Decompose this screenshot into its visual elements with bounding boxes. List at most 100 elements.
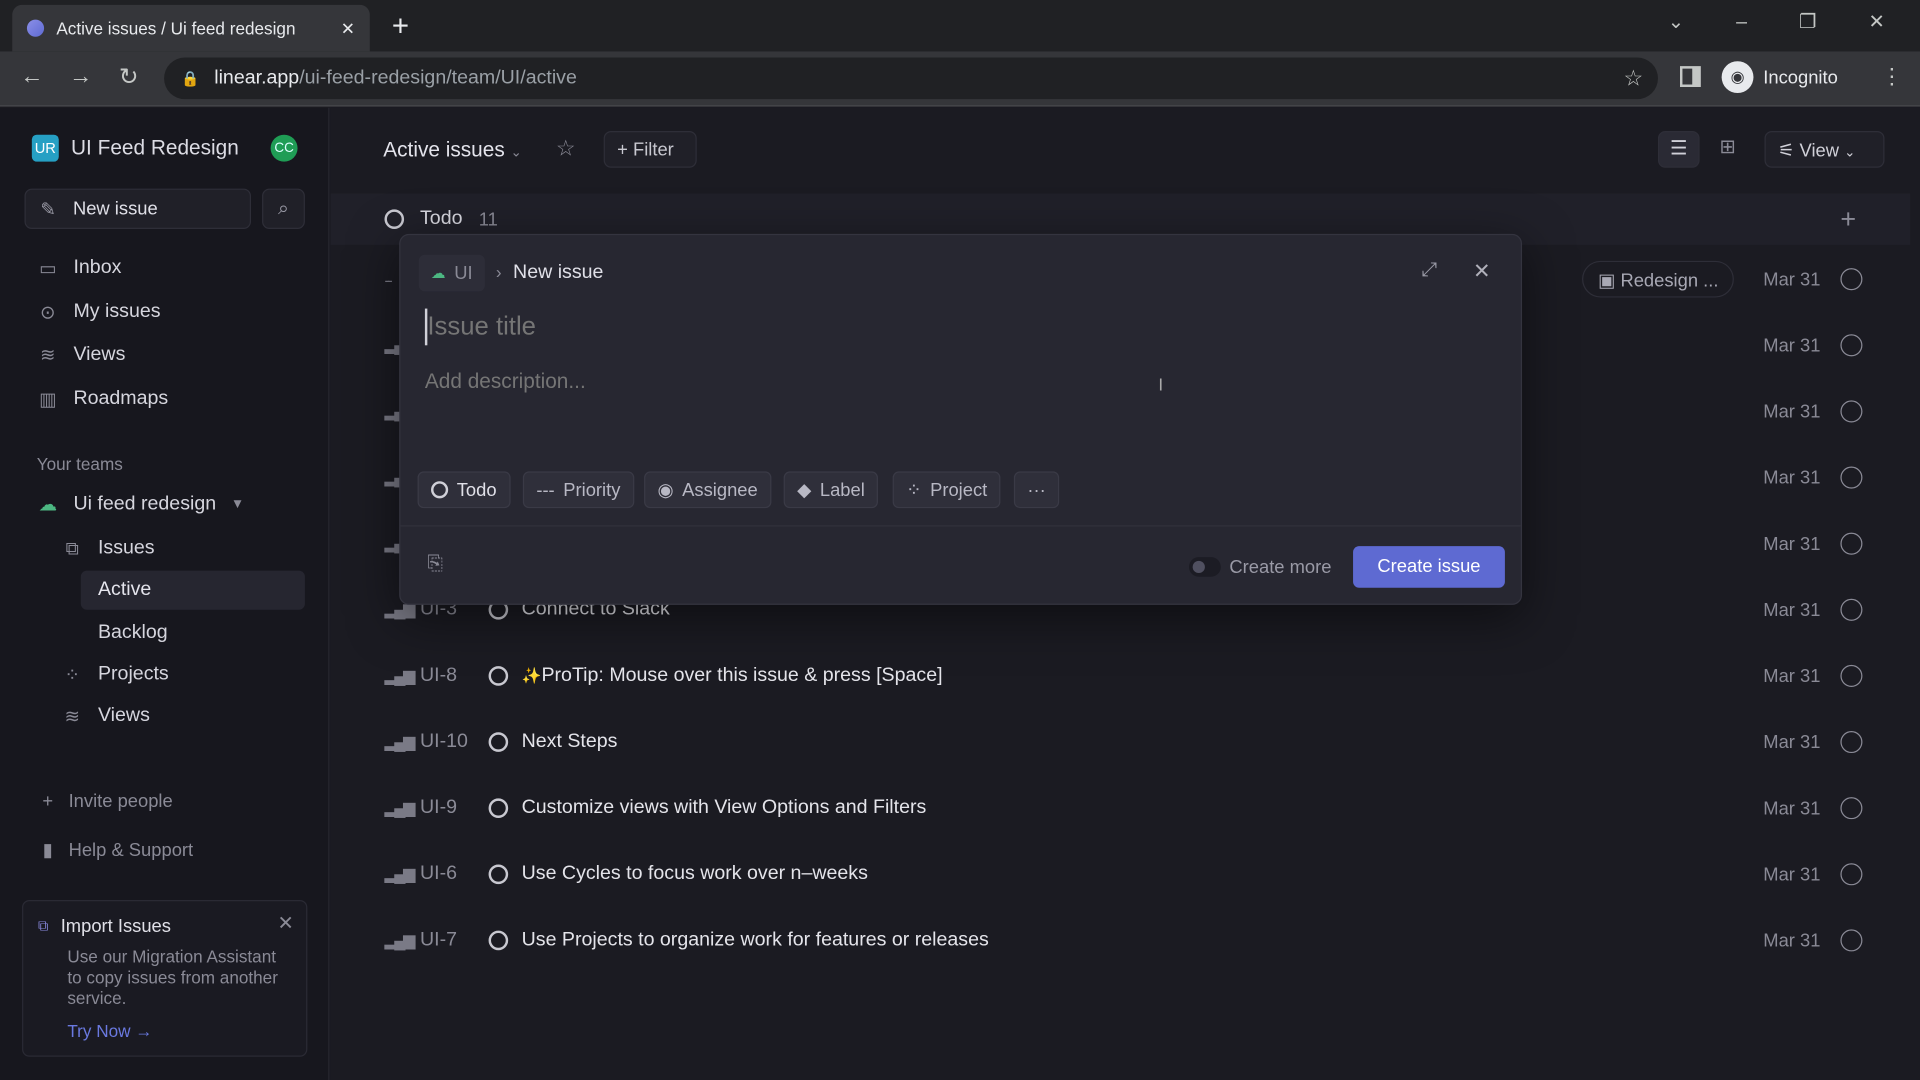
assignee-avatar-icon[interactable] xyxy=(1840,731,1863,754)
close-tab-icon[interactable]: ✕ xyxy=(341,18,355,39)
issue-row[interactable]: ▂▄▆ UI-7 Use Projects to organize work for… xyxy=(331,907,1911,973)
sidebar-item-roadmaps[interactable]: ▥ Roadmaps xyxy=(37,388,168,410)
expand-icon[interactable]: ⤢ xyxy=(1422,260,1438,282)
priority-icon[interactable]: ▂▄▆ xyxy=(384,931,415,951)
issue-row[interactable]: ▂▄▆ UI-8 ✨ProTip: Mouse over this issue & … xyxy=(331,643,1911,709)
assignee-avatar-icon[interactable] xyxy=(1840,268,1863,291)
sparkle-icon: ✨ xyxy=(521,666,542,685)
user-avatar[interactable]: CC xyxy=(270,134,298,162)
assignee-avatar-icon[interactable] xyxy=(1840,929,1863,952)
priority-icon[interactable]: ▂▄▆ xyxy=(384,666,415,686)
group-name: Todo xyxy=(420,208,463,229)
invite-people[interactable]: + Invite people xyxy=(37,791,173,812)
more-icon: ··· xyxy=(1027,479,1046,501)
issue-title: Use Projects to organize work for featur… xyxy=(522,929,989,951)
assignee-avatar-icon[interactable] xyxy=(1840,797,1863,820)
assignee-avatar-icon[interactable] xyxy=(1840,400,1863,423)
bookmark-star-icon[interactable]: ☆ xyxy=(1624,66,1644,92)
view-title-dropdown[interactable]: Active issues ⌄ xyxy=(383,138,522,162)
filter-label: Filter xyxy=(632,139,674,161)
list-layout-button[interactable]: ☰ xyxy=(1657,131,1700,168)
priority-icon[interactable]: ▂▄▆ xyxy=(384,798,415,818)
window-controls[interactable]: ⌄ – ❐ ✕ xyxy=(1668,10,1885,34)
todo-status-icon[interactable] xyxy=(488,798,509,818)
sidebar-item-backlog[interactable]: Backlog xyxy=(98,622,168,644)
view-options-button[interactable]: ⚟ View ⌄ xyxy=(1764,131,1885,168)
filter-button[interactable]: + Filter xyxy=(603,131,697,168)
sidebar-item-label: Backlog xyxy=(97,622,168,643)
new-issue-button[interactable]: ✎ New issue xyxy=(24,188,252,229)
sidebar-item-label: Projects xyxy=(97,663,169,685)
priority-icon[interactable]: ▂▄▆ xyxy=(384,732,415,752)
sidebar-item-issues[interactable]: ⧉ Issues xyxy=(61,537,155,560)
favorite-star-icon[interactable]: ☆ xyxy=(556,136,576,162)
incognito-profile[interactable]: ◉ Incognito xyxy=(1721,61,1838,94)
priority-chip[interactable]: --- Priority xyxy=(522,471,634,509)
sidebar-item-active[interactable]: Active xyxy=(80,570,305,610)
assignee-avatar-icon[interactable] xyxy=(1840,598,1863,621)
issue-row[interactable]: ▂▄▆ UI-6 Use Cycles to focus work over n–w… xyxy=(331,841,1911,907)
todo-status-icon[interactable] xyxy=(488,732,509,752)
issue-date: Mar 31 xyxy=(1763,731,1821,753)
assignee-avatar-icon[interactable] xyxy=(1840,334,1863,357)
priority-icon[interactable]: ▂▄▆ xyxy=(384,864,415,884)
browser-menu-icon[interactable]: ⋮ xyxy=(1881,64,1903,90)
close-import-icon[interactable]: ✕ xyxy=(277,911,293,935)
sidebar-item-projects[interactable]: ⁘ Projects xyxy=(61,664,169,686)
close-modal-icon[interactable]: ✕ xyxy=(1473,260,1490,284)
more-options-button[interactable]: ··· xyxy=(1013,471,1060,509)
address-bar[interactable]: 🔒 linear.app/ui-feed-redesign/team/UI/ac… xyxy=(164,57,1658,100)
issue-title: Customize views with View Options and Fi… xyxy=(522,797,927,819)
todo-status-icon[interactable] xyxy=(488,864,509,885)
back-icon[interactable]: ← xyxy=(17,64,46,91)
create-issue-button[interactable]: Create issue xyxy=(1353,546,1505,588)
issue-row[interactable]: ▂▄▆ UI-10 Next Steps Mar 31 xyxy=(331,709,1911,775)
sidebar-item-label: Active xyxy=(97,579,152,601)
no-priority-icon[interactable]: -- xyxy=(384,270,392,288)
todo-status-icon[interactable] xyxy=(488,666,509,686)
modal-divider xyxy=(400,525,1521,527)
search-button[interactable]: ⌕ xyxy=(262,188,305,229)
reload-icon[interactable]: ↻ xyxy=(114,64,143,92)
sidebar-item-label: Issues xyxy=(97,537,155,559)
assignee-avatar-icon[interactable] xyxy=(1840,664,1863,687)
sidebar-item-views[interactable]: ≋ Views xyxy=(37,344,126,366)
team-selector[interactable]: ☁ UI xyxy=(418,254,485,292)
lock-icon: 🔒 xyxy=(181,69,200,87)
issue-id: UI-7 xyxy=(420,929,458,951)
status-chip[interactable]: Todo xyxy=(417,471,511,509)
browser-tab[interactable]: Active issues / Ui feed redesign ✕ xyxy=(12,4,370,52)
issue-row[interactable]: ▂▄▆ UI-9 Customize views with View Options… xyxy=(331,775,1911,841)
team-cloud-icon: ☁ xyxy=(431,264,446,282)
issue-title-input[interactable] xyxy=(424,308,1478,346)
todo-status-icon[interactable] xyxy=(488,930,509,951)
add-issue-to-group-button[interactable]: + xyxy=(1840,203,1856,235)
issue-description-input[interactable] xyxy=(424,369,1478,444)
label-chip[interactable]: ◆ Label xyxy=(783,471,879,509)
team-ui-feed-redesign[interactable]: ☁ Ui feed redesign ▼ xyxy=(37,493,245,515)
breadcrumb-chevron-icon: › xyxy=(495,262,502,282)
attachment-icon[interactable]: ⎘ xyxy=(427,553,443,575)
sidebar-item-label: Views xyxy=(73,344,126,365)
new-tab-button[interactable]: + xyxy=(392,10,409,44)
assignee-avatar-icon[interactable] xyxy=(1840,863,1863,886)
assignee-avatar-icon[interactable] xyxy=(1840,466,1863,489)
help-support[interactable]: ▮ Help & Support xyxy=(37,839,193,860)
create-more-toggle[interactable] xyxy=(1188,557,1221,577)
todo-status-icon xyxy=(431,481,449,499)
project-chip[interactable]: ⁘ Project xyxy=(892,471,1001,509)
sidebar-item-inbox[interactable]: ▭ Inbox xyxy=(37,257,121,279)
assignee-chip[interactable]: ◉ Assignee xyxy=(644,471,772,509)
chevron-down-icon: ⌄ xyxy=(1844,145,1856,161)
forward-icon[interactable]: → xyxy=(66,64,95,91)
workspace-switcher[interactable]: UR UI Feed Redesign xyxy=(31,134,239,162)
incognito-icon: ◉ xyxy=(1721,61,1754,94)
sidebar-item-team-views[interactable]: ≋ Views xyxy=(61,705,150,727)
assignee-avatar-icon[interactable] xyxy=(1840,532,1863,555)
sidepanel-icon[interactable] xyxy=(1680,66,1701,87)
invite-label: Invite people xyxy=(68,791,173,812)
try-now-link[interactable]: Try Now → xyxy=(67,1021,291,1041)
sidebar-item-my-issues[interactable]: ⊙ My issues xyxy=(37,301,161,323)
project-chip[interactable]: ▣ Redesign ... xyxy=(1582,260,1735,298)
board-layout-button[interactable]: ⊞ xyxy=(1707,131,1749,168)
